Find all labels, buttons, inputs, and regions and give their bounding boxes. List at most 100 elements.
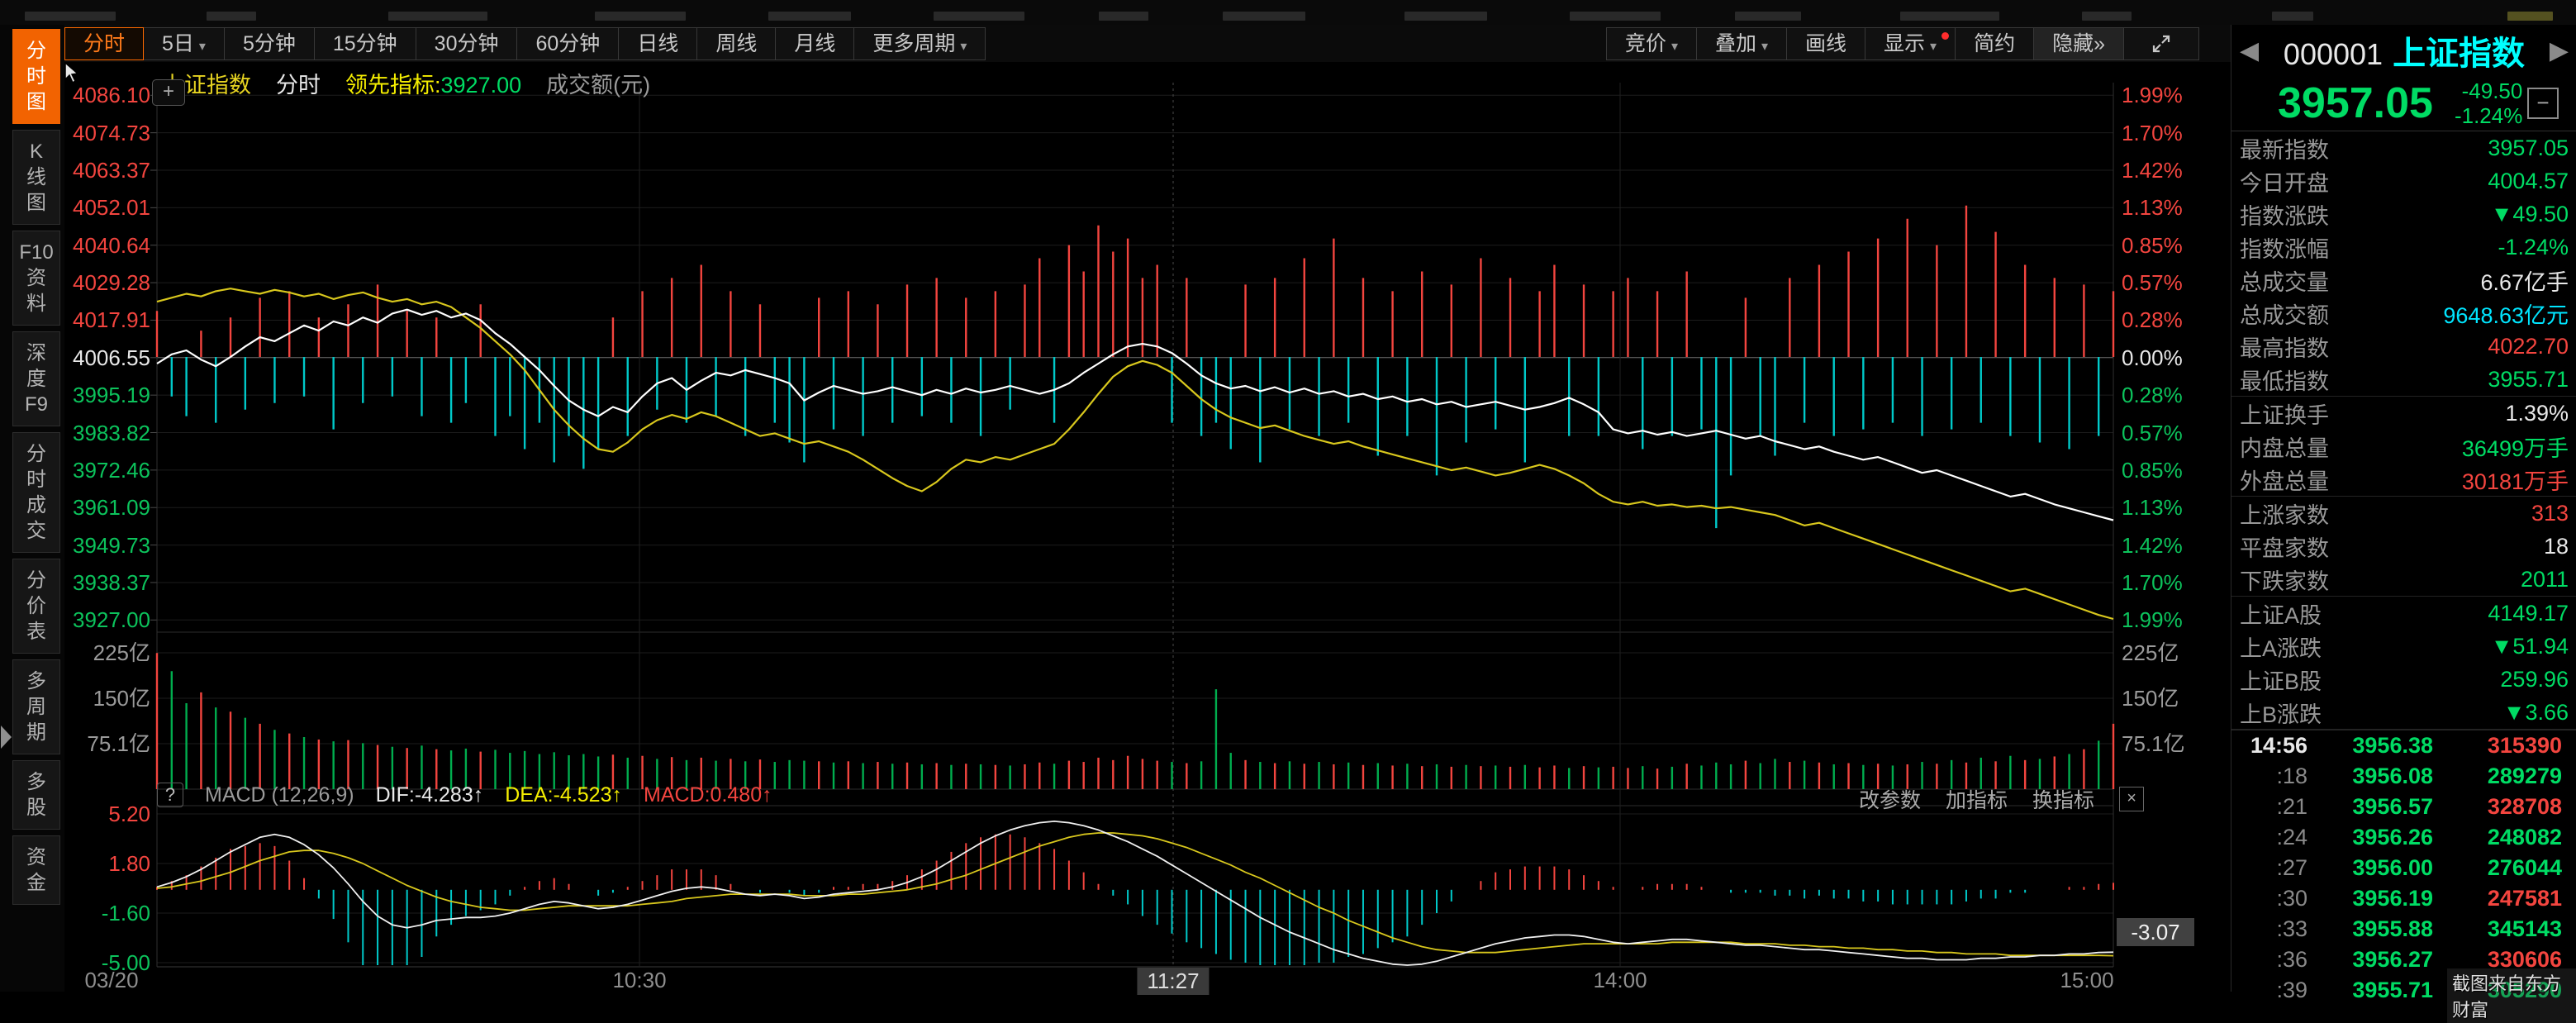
stat-row: 指数涨跌▼49.50	[2231, 197, 2576, 231]
quote-panel: ◀ 000001 上证指数 ▶ 3957.05 -49.50 -1.24% − …	[2231, 25, 2576, 992]
display-button[interactable]: 显示▾	[1865, 27, 1956, 60]
tab-period-0[interactable]: 分时	[64, 27, 144, 60]
cropped-menu-item	[25, 12, 116, 21]
collapse-minus-icon[interactable]: −	[2527, 88, 2559, 119]
fullscreen-expand-icon[interactable]	[2124, 27, 2199, 60]
zoom-plus-button[interactable]: +	[152, 79, 185, 106]
tab-period-6[interactable]: 日线	[619, 27, 697, 60]
cropped-menu-item	[768, 12, 851, 21]
close-indicator-icon[interactable]: ×	[2119, 787, 2144, 811]
legend-leader: 领先指标:3927.00	[345, 67, 521, 99]
macd-axis-label: -5.00	[68, 949, 150, 976]
tick-row: :273956.00276044	[2231, 853, 2576, 883]
stat-row: 最高指数4022.70	[2231, 330, 2576, 363]
chevron-down-icon: ▾	[1671, 40, 1678, 54]
volume-axis-label: 225亿	[2122, 640, 2179, 666]
tab-period-3[interactable]: 15分钟	[315, 27, 416, 60]
tick-list: 14:563956.38315390:183956.08289279:21395…	[2231, 730, 2576, 1003]
price-axis-label: 3927.00	[68, 607, 150, 633]
tab-period-8[interactable]: 月线	[776, 27, 854, 60]
price-axis-label: 3938.37	[68, 569, 150, 596]
stock-code: 000001	[2284, 37, 2383, 72]
pct-axis-label: 1.13%	[2122, 194, 2183, 221]
sidebar-item-1[interactable]: K 线 图	[12, 130, 60, 225]
switch-indicator-button[interactable]: 换指标	[2032, 784, 2094, 814]
stat-row: 最新指数3957.05	[2231, 131, 2576, 164]
stats-list: 最新指数3957.05今日开盘4004.57指数涨跌▼49.50指数涨幅-1.2…	[2231, 131, 2576, 730]
tick-row: :183956.08289279	[2231, 761, 2576, 792]
macd-axis-label: -1.60	[68, 900, 150, 926]
pct-axis-label: 1.70%	[2122, 120, 2183, 146]
chevron-down-icon: ▾	[960, 40, 967, 54]
price-axis-label: 4029.28	[68, 269, 150, 296]
chart-canvas[interactable]	[64, 62, 2231, 992]
tab-period-1[interactable]: 5日▾	[144, 27, 225, 60]
price-axis-label: 4006.55	[68, 345, 150, 371]
change-params-button[interactable]: 改参数	[1859, 784, 1921, 814]
stat-row: 最低指数3955.71	[2231, 363, 2576, 396]
stat-row: 总成交额9648.63亿元	[2231, 297, 2576, 330]
sidebar-item-6[interactable]: 多 周 期	[12, 659, 60, 754]
chart-legend: 上证指数 分时 领先指标:3927.00 成交额(元)	[162, 67, 650, 99]
last-price: 3957.05	[2278, 79, 2433, 128]
sidebar-item-5[interactable]: 分 价 表	[12, 559, 60, 654]
cropped-menu-item	[207, 12, 256, 21]
cropped-menu-item	[1099, 12, 1148, 21]
stock-name: 上证指数	[2393, 26, 2525, 74]
prev-stock-arrow-icon[interactable]: ◀	[2236, 36, 2262, 65]
notification-dot-icon	[1942, 32, 1949, 40]
tab-period-5[interactable]: 60分钟	[517, 27, 619, 60]
sidebar-item-0[interactable]: 分 时 图	[12, 29, 60, 124]
stat-row: 上B涨跌▼3.66	[2231, 696, 2576, 729]
pct-axis-label: 1.99%	[2122, 607, 2183, 633]
volume-axis-label: 75.1亿	[68, 730, 150, 757]
stat-row: 今日开盘4004.57	[2231, 164, 2576, 197]
tab-period-4[interactable]: 30分钟	[416, 27, 518, 60]
pct-axis-label: 0.28%	[2122, 307, 2183, 333]
pct-axis-label: 1.42%	[2122, 157, 2183, 183]
intraday-chart[interactable]: 上证指数 分时 领先指标:3927.00 成交额(元) + ? MACD (12…	[64, 62, 2231, 992]
price-summary: 3957.05 -49.50 -1.24% −	[2231, 76, 2576, 131]
tick-row: :333955.88345143	[2231, 914, 2576, 944]
help-icon[interactable]: ?	[157, 783, 183, 807]
x-axis-label: 14:00	[1593, 968, 1647, 993]
sidebar-item-4[interactable]: 分 时 成 交	[12, 432, 60, 553]
hide-button[interactable]: 隐藏»	[2034, 27, 2124, 60]
macd-dif: DIF:-4.283↑	[376, 783, 484, 807]
tab-period-9[interactable]: 更多周期▾	[854, 27, 986, 60]
pct-axis-label: 0.00%	[2122, 345, 2183, 371]
sidebar-item-2[interactable]: F10 资 料	[12, 231, 60, 326]
tick-row: :303956.19247581	[2231, 883, 2576, 914]
add-indicator-button[interactable]: 加指标	[1946, 784, 2008, 814]
x-axis-crosshair-label: 11:27	[1137, 968, 1209, 995]
price-axis-label: 4052.01	[68, 194, 150, 221]
change-percent: -1.24%	[2455, 103, 2522, 128]
cropped-menu-item	[2272, 12, 2313, 21]
tab-period-2[interactable]: 5分钟	[225, 27, 315, 60]
stat-row: 上证换手1.39%	[2231, 397, 2576, 430]
price-axis-label: 3995.19	[68, 382, 150, 408]
change-value: -49.50	[2455, 79, 2522, 103]
auction-button[interactable]: 竞价▾	[1606, 27, 1697, 60]
overlay-button[interactable]: 叠加▾	[1697, 27, 1787, 60]
macd-dea: DEA:-4.523↑	[505, 783, 622, 807]
price-change: -49.50 -1.24%	[2455, 79, 2522, 128]
pct-axis-label: 0.85%	[2122, 457, 2183, 483]
sidebar-item-8[interactable]: 资 金	[12, 835, 60, 905]
simple-button[interactable]: 简约	[1956, 27, 2034, 60]
sidebar-item-7[interactable]: 多 股	[12, 760, 60, 830]
cropped-menu-item	[1735, 12, 1801, 21]
quote-header: ◀ 000001 上证指数 ▶	[2231, 25, 2576, 76]
macd-value: MACD:0.480↑	[644, 783, 772, 807]
mouse-cursor-icon	[64, 62, 79, 83]
pct-axis-label: 1.42%	[2122, 532, 2183, 559]
cropped-menu-item	[2507, 12, 2553, 21]
next-stock-arrow-icon[interactable]: ▶	[2546, 36, 2572, 65]
sidebar-expand-arrow-icon[interactable]	[1, 726, 12, 749]
pct-axis-label: 1.13%	[2122, 494, 2183, 521]
volume-axis-label: 150亿	[68, 685, 150, 711]
period-tabs: 分时5日▾5分钟15分钟30分钟60分钟日线周线月线更多周期▾	[64, 27, 986, 60]
draw-line-button[interactable]: 画线	[1787, 27, 1865, 60]
tab-period-7[interactable]: 周线	[697, 27, 776, 60]
sidebar-item-3[interactable]: 深 度 F9	[12, 331, 60, 426]
